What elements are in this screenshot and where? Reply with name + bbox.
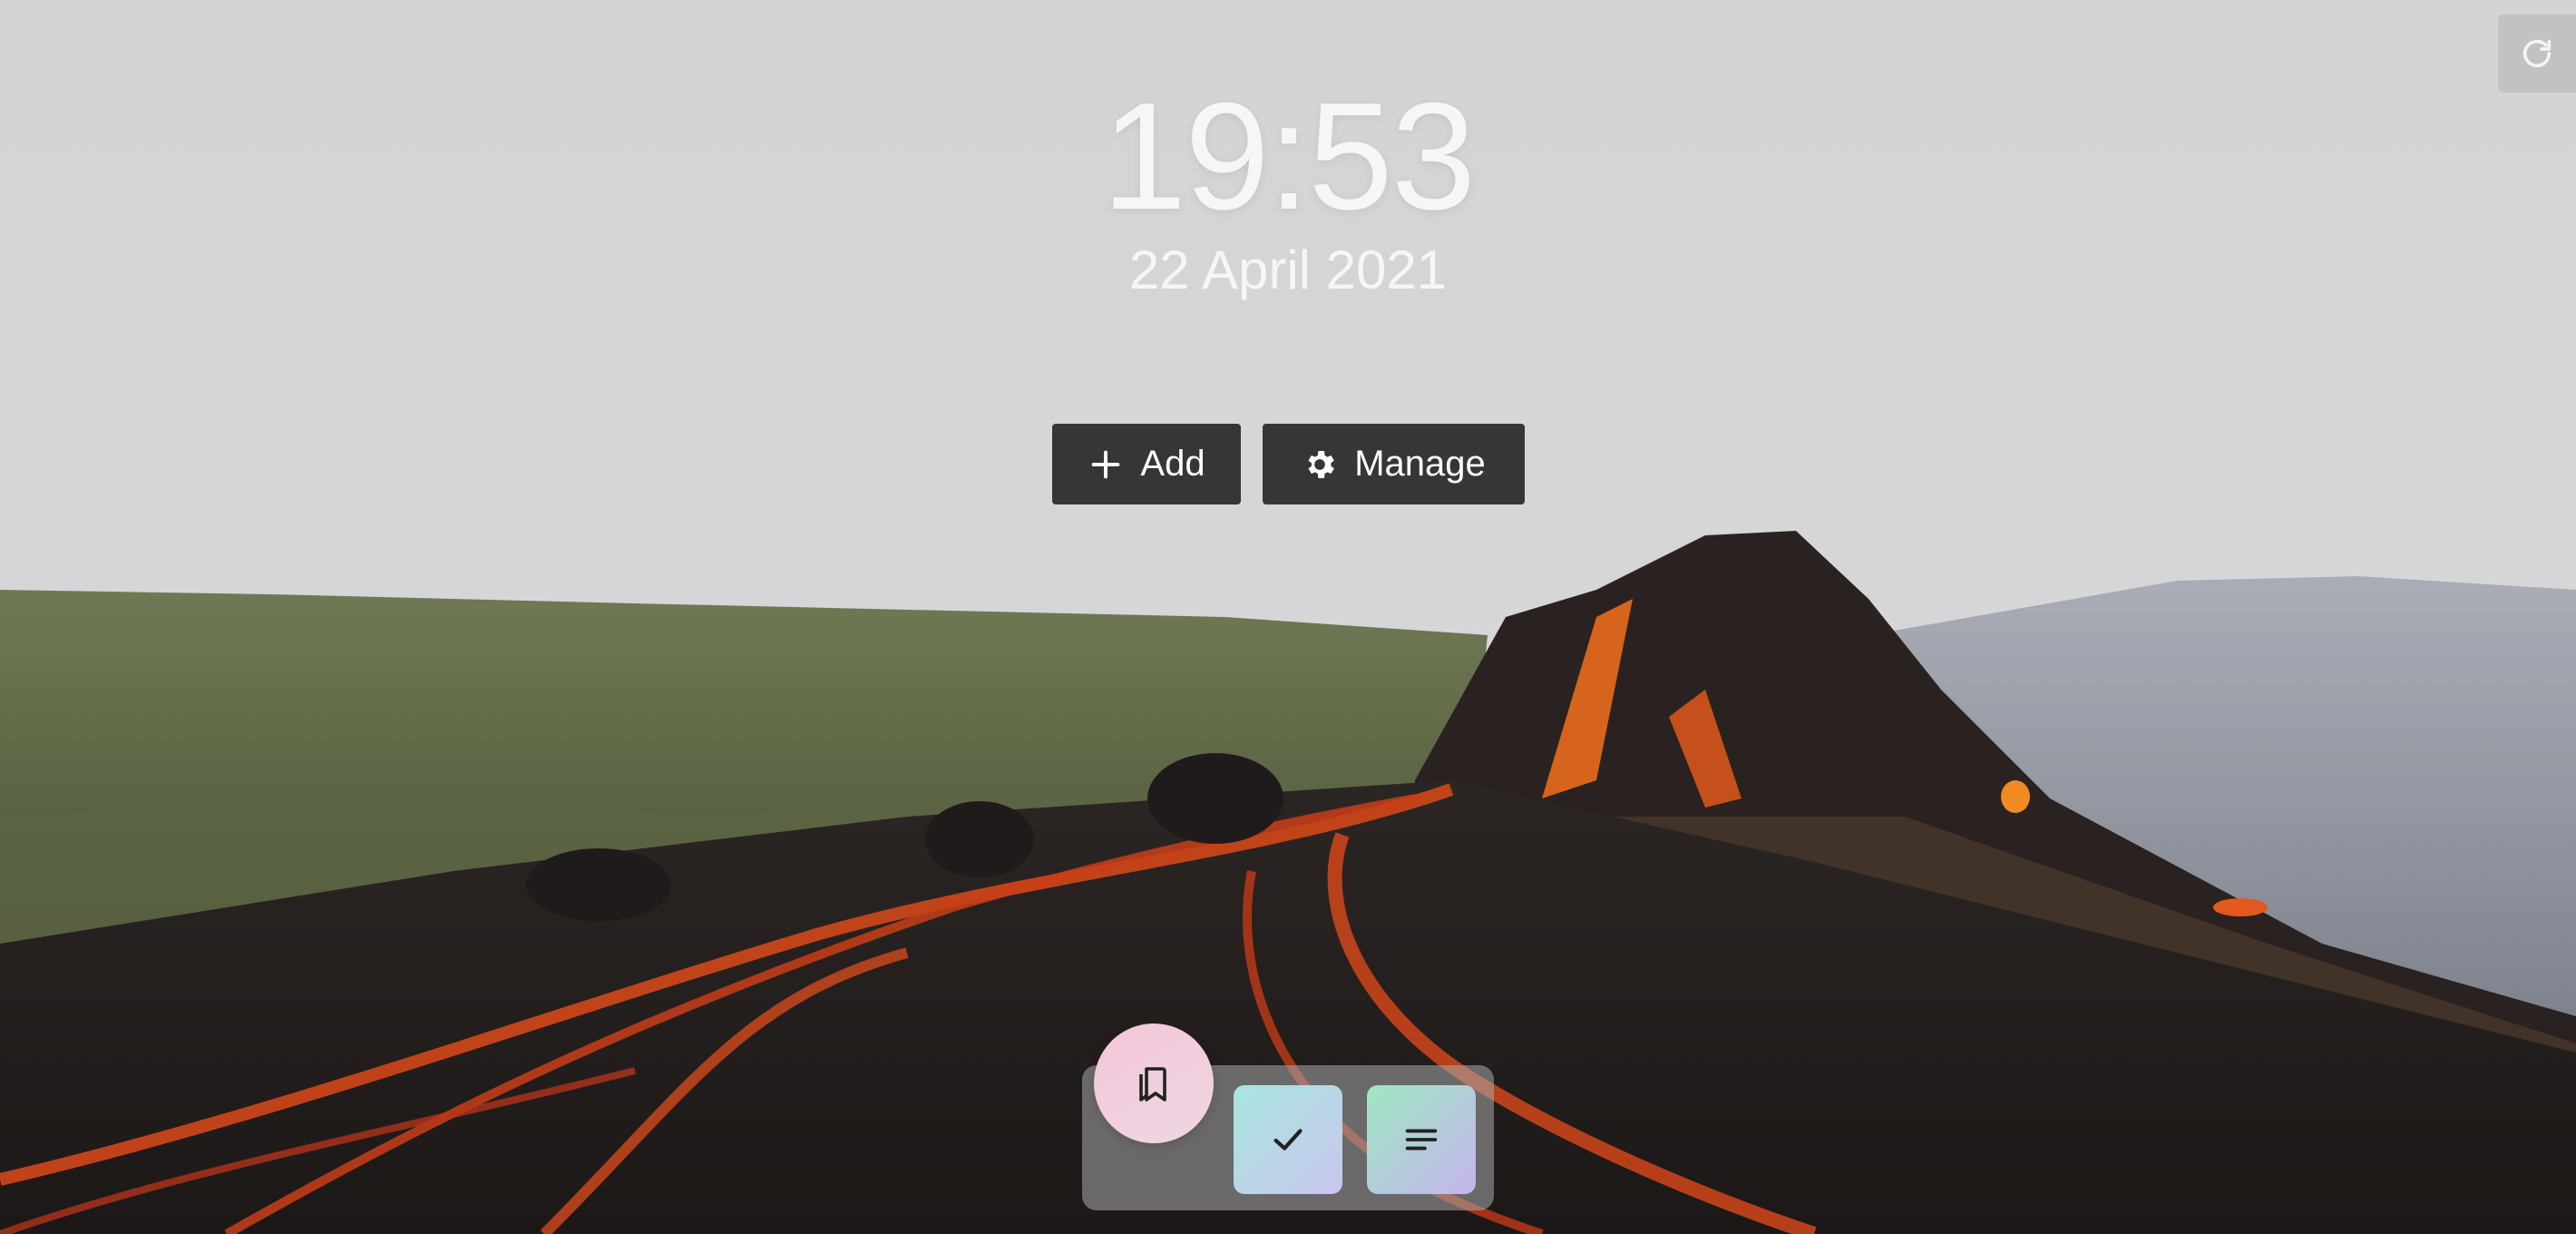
- quick-actions: Add Manage: [1052, 424, 1525, 504]
- check-icon: [1273, 1129, 1303, 1151]
- refresh-icon: [2522, 39, 2552, 68]
- add-button-label: Add: [1140, 444, 1205, 484]
- manage-button-label: Manage: [1354, 444, 1486, 484]
- add-button[interactable]: Add: [1052, 424, 1241, 504]
- plus-icon: [1092, 450, 1120, 478]
- notes-button[interactable]: [1367, 1085, 1476, 1194]
- bookmarks-button[interactable]: [1094, 1023, 1214, 1143]
- gear-icon: [1308, 450, 1335, 478]
- bookmarks-icon: [1139, 1067, 1166, 1102]
- manage-button[interactable]: Manage: [1263, 424, 1525, 504]
- clock-date: 22 April 2021: [1128, 240, 1448, 300]
- clock-time: 19:53: [1101, 71, 1476, 241]
- notes-icon: [1405, 1129, 1438, 1151]
- tasks-button[interactable]: [1234, 1085, 1342, 1194]
- new-tab-page: 19:53 22 April 2021 Add Manage: [0, 0, 2576, 1234]
